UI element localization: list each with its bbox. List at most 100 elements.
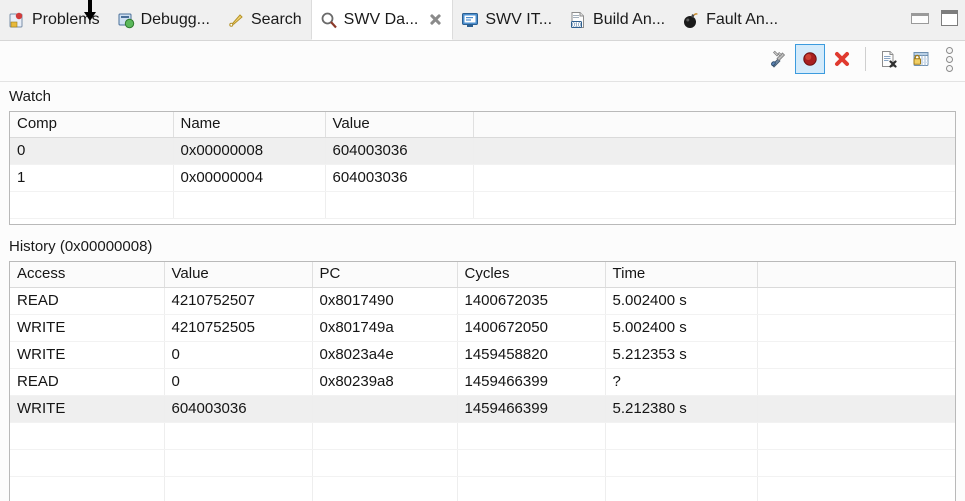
swv-data-trace-view: Problems Debugg... Search SWV Da... SWV IT..… xyxy=(0,0,965,501)
view-menu-icon xyxy=(945,64,953,72)
history-cell-extra xyxy=(757,395,955,423)
history-empty-cell xyxy=(312,449,458,477)
tools-icon xyxy=(769,50,787,68)
watch-column-header[interactable]: Comp xyxy=(10,112,174,138)
watch-empty-cell xyxy=(325,191,474,219)
tab-swv-it[interactable]: SWV IT... xyxy=(453,0,561,40)
history-cell-value: 0 xyxy=(164,341,313,369)
watch-cell-value: 604003036 xyxy=(325,164,474,192)
configure-trace-button[interactable] xyxy=(763,44,793,74)
watch-row[interactable]: 1 0x00000004 604003036 xyxy=(10,164,955,192)
history-row[interactable]: READ 0 0x80239a8 1459466399? xyxy=(10,368,955,396)
watch-table[interactable]: Comp Name Value 0 0x00000008 604003036 1 0x00… xyxy=(9,111,956,225)
history-column-header[interactable] xyxy=(757,262,955,288)
tab-label: SWV Da... xyxy=(343,10,419,28)
watch-cell-comp: 0 xyxy=(10,137,174,165)
tab-swv-da[interactable]: SWV Da... xyxy=(310,0,454,40)
tab-label: Search xyxy=(250,11,302,28)
history-row[interactable]: READ 4210752507 0x8017490 1400672035 5.00240… xyxy=(10,287,955,315)
watch-column-header[interactable] xyxy=(473,112,955,138)
history-table-header[interactable]: Access Value PC Cycles Time xyxy=(10,262,955,288)
history-cell-access: READ xyxy=(10,287,165,315)
history-column-header[interactable]: PC xyxy=(312,262,458,288)
history-empty-cell xyxy=(757,449,955,477)
tab-search[interactable]: Search xyxy=(219,0,311,40)
history-section-title: History (0x00000008) xyxy=(9,238,153,255)
stop-trace-button[interactable] xyxy=(827,44,857,74)
lock-table-button[interactable] xyxy=(906,44,936,74)
tab-debugg[interactable]: Debugg... xyxy=(109,0,219,40)
record-icon xyxy=(801,50,819,68)
tab-label: Fault An... xyxy=(706,11,779,28)
history-cell-time: 5.212380 s xyxy=(605,395,758,423)
view-menu-icon xyxy=(945,55,953,63)
tab-problems[interactable]: Problems xyxy=(0,0,109,40)
history-cell-time: ? xyxy=(605,368,758,396)
history-empty-row xyxy=(10,449,955,477)
history-column-header[interactable]: Value xyxy=(164,262,313,288)
view-toolbar xyxy=(0,41,965,82)
watch-empty-row xyxy=(10,191,955,219)
history-cell-value: 604003036 xyxy=(164,395,313,423)
watch-column-header[interactable]: Value xyxy=(325,112,474,138)
tab-close-icon[interactable] xyxy=(428,12,443,27)
maximize-button[interactable] xyxy=(941,10,959,26)
history-cell-extra xyxy=(757,314,955,342)
minimize-button[interactable] xyxy=(911,10,929,26)
bomb-icon xyxy=(682,11,700,29)
history-empty-cell xyxy=(757,422,955,450)
history-cell-value: 4210752507 xyxy=(164,287,313,315)
tab-label: SWV IT... xyxy=(485,11,553,28)
history-column-header[interactable]: Time xyxy=(605,262,758,288)
history-cell-time: 5.002400 s xyxy=(605,314,758,342)
watch-column-header[interactable]: Name xyxy=(173,112,326,138)
watch-empty-cell xyxy=(173,191,326,219)
history-empty-row xyxy=(10,476,955,501)
watch-empty-cell xyxy=(473,191,955,219)
history-row[interactable]: WRITE 0 0x8023a4e 1459458820 5.212353 s xyxy=(10,341,955,369)
export-doc-icon xyxy=(880,50,898,68)
problems-icon xyxy=(8,11,26,29)
history-empty-cell xyxy=(457,449,606,477)
tab-build-an[interactable]: 010 Build An... xyxy=(561,0,674,40)
watch-table-header[interactable]: Comp Name Value xyxy=(10,112,955,138)
history-column-header[interactable]: Cycles xyxy=(457,262,606,288)
history-cell-pc: 0x801749a xyxy=(312,314,458,342)
watch-cell-name: 0x00000004 xyxy=(173,164,326,192)
history-cell-time: 5.212353 s xyxy=(605,341,758,369)
tab-strip: Problems Debugg... Search SWV Da... SWV IT..… xyxy=(0,0,787,40)
history-empty-cell xyxy=(605,449,758,477)
history-row[interactable]: WRITE 604003036 1459466399 5.212380 s xyxy=(10,395,955,423)
binary-doc-icon: 010 xyxy=(569,11,587,29)
tab-label: Build An... xyxy=(593,11,666,28)
history-column-header[interactable]: Access xyxy=(10,262,165,288)
history-empty-cell xyxy=(10,449,165,477)
start-trace-button[interactable] xyxy=(795,44,825,74)
history-cell-pc: 0x80239a8 xyxy=(312,368,458,396)
magnifier-icon xyxy=(320,11,338,29)
view-menu-icon xyxy=(945,46,953,54)
history-table[interactable]: Access Value PC Cycles Time READ 4210752507 0x… xyxy=(9,261,956,501)
history-cell-access: READ xyxy=(10,368,165,396)
tab-fault-an[interactable]: Fault An... xyxy=(674,0,787,40)
history-cell-value: 0 xyxy=(164,368,313,396)
history-cell-value: 4210752505 xyxy=(164,314,313,342)
tab-label: Problems xyxy=(32,11,100,28)
svg-text:010: 010 xyxy=(572,22,581,28)
history-empty-cell xyxy=(10,422,165,450)
export-button[interactable] xyxy=(874,44,904,74)
history-row[interactable]: WRITE 4210752505 0x801749a 1400672050 5.0024… xyxy=(10,314,955,342)
history-empty-cell xyxy=(164,449,313,477)
debug-icon xyxy=(117,11,135,29)
tab-label: Debugg... xyxy=(140,11,210,28)
lock-table-icon xyxy=(912,50,930,68)
view-tab-bar: Problems Debugg... Search SWV Da... SWV IT..… xyxy=(0,0,965,41)
history-cell-extra xyxy=(757,368,955,396)
watch-row[interactable]: 0 0x00000008 604003036 xyxy=(10,137,955,165)
history-empty-cell xyxy=(457,422,606,450)
history-empty-cell xyxy=(164,422,313,450)
watch-cell-comp: 1 xyxy=(10,164,174,192)
view-menu-button[interactable] xyxy=(938,44,960,74)
red-x-icon xyxy=(833,50,851,68)
watch-empty-cell xyxy=(10,191,174,219)
